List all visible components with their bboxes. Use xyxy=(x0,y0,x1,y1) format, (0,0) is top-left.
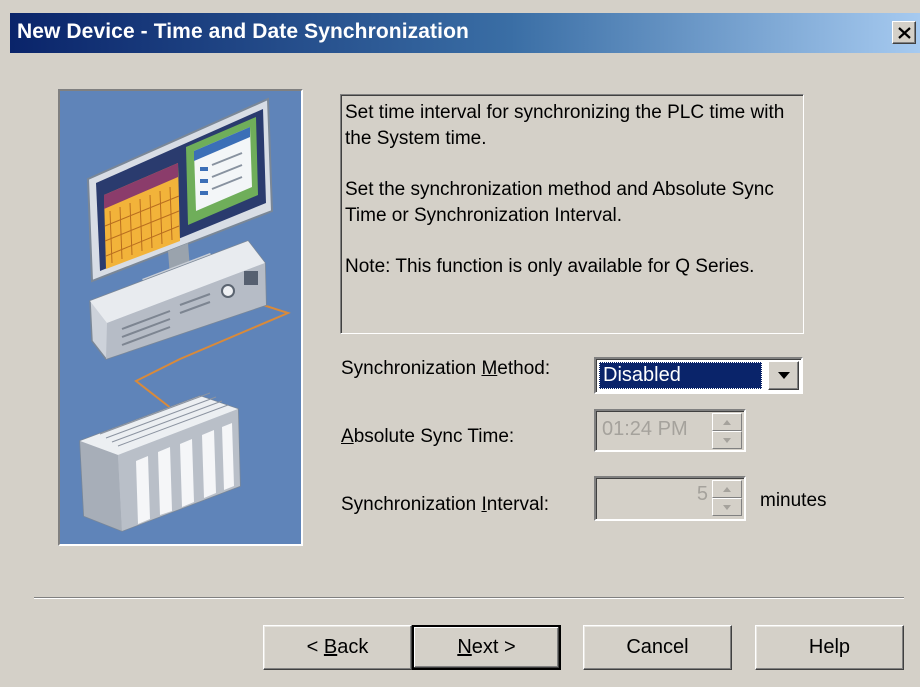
spin-down-icon xyxy=(723,437,731,443)
close-icon xyxy=(897,26,911,39)
wizard-illustration xyxy=(58,89,303,546)
help-button[interactable]: Help xyxy=(755,625,904,670)
next-button[interactable]: Next > xyxy=(412,625,561,670)
dropdown-arrow-icon xyxy=(777,372,790,379)
sync-method-label: Synchronization Method: xyxy=(341,358,551,379)
description-box: Set time interval for synchronizing the … xyxy=(340,94,804,334)
absolute-sync-time-field[interactable]: 01:24 PM xyxy=(594,409,746,452)
sync-interval-value: 5 xyxy=(696,483,708,505)
spin-up-icon xyxy=(723,419,731,425)
window-title: New Device - Time and Date Synchronizati… xyxy=(17,20,469,43)
back-button[interactable]: < Back xyxy=(263,625,412,670)
description-note: Note: This function is only available fo… xyxy=(345,256,755,277)
interval-unit-label: minutes xyxy=(760,490,827,511)
spin-down-icon xyxy=(723,504,731,510)
sync-method-value: Disabled xyxy=(599,362,762,389)
computer-plc-illustration xyxy=(60,91,301,544)
spin-up-icon xyxy=(723,486,731,492)
spin-down-button[interactable] xyxy=(712,498,742,516)
description-text-2: Set the synchronization method and Absol… xyxy=(345,179,774,226)
title-bar: New Device - Time and Date Synchronizati… xyxy=(10,13,920,53)
close-button[interactable] xyxy=(892,21,916,44)
sync-interval-spinner[interactable] xyxy=(712,480,742,517)
button-separator xyxy=(34,597,904,599)
cancel-button[interactable]: Cancel xyxy=(583,625,732,670)
spin-down-button[interactable] xyxy=(712,431,742,449)
spin-up-button[interactable] xyxy=(712,480,742,498)
spin-up-button[interactable] xyxy=(712,413,742,431)
wizard-dialog: New Device - Time and Date Synchronizati… xyxy=(0,0,920,687)
description-text-1: Set time interval for synchronizing the … xyxy=(345,102,785,149)
sync-method-dropdown-button[interactable] xyxy=(768,361,799,390)
sync-method-select[interactable]: Disabled xyxy=(594,357,803,394)
sync-interval-label: Synchronization Interval: xyxy=(341,494,550,515)
sync-interval-field[interactable]: 5 xyxy=(594,476,746,521)
absolute-sync-time-spinner[interactable] xyxy=(712,413,742,450)
absolute-sync-time-label: Absolute Sync Time: xyxy=(341,426,515,447)
absolute-sync-time-value: 01:24 PM xyxy=(602,418,688,440)
